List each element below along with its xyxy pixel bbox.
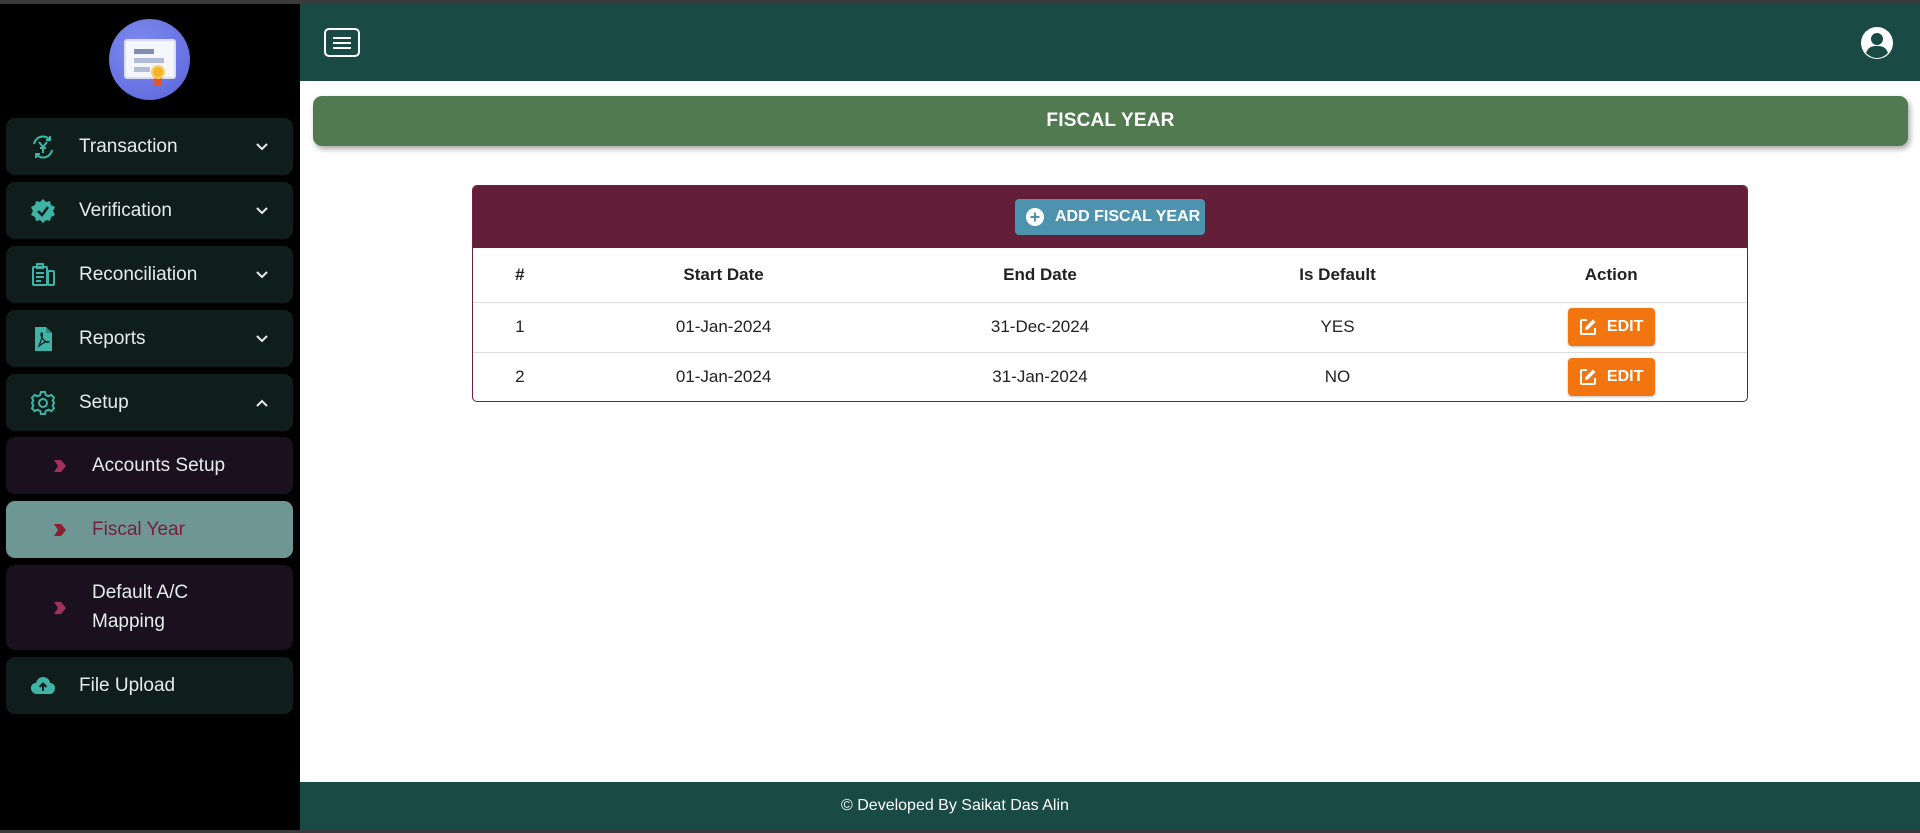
table-header-row: # Start Date End Date Is Default Action: [473, 248, 1747, 302]
yen-cycle-icon: [30, 134, 56, 160]
edit-button-label: EDIT: [1606, 318, 1644, 335]
sidebar-item-verification[interactable]: Verification: [6, 182, 293, 239]
cell-end-date: 31-Dec-2024: [880, 301, 1200, 352]
column-header: Action: [1584, 264, 1638, 284]
verified-badge-icon: [30, 198, 56, 224]
user-account-icon[interactable]: [1860, 26, 1894, 60]
cell-start-date: 01-Jan-2024: [566, 351, 881, 401]
sidebar-subitem-default-ac-mapping[interactable]: Default A/C Mapping: [6, 565, 293, 650]
add-button-label: ADD FISCAL YEAR: [1055, 208, 1201, 225]
table-row: 1 01-Jan-2024 31-Dec-2024 YES EDIT: [473, 301, 1747, 352]
cell-number: 2: [473, 351, 567, 401]
footer-credit: © Developed By Saikat Das Alin: [841, 797, 1069, 814]
page-title: FISCAL YEAR: [313, 96, 1908, 146]
table-row: 2 01-Jan-2024 31-Jan-2024 NO EDIT: [473, 351, 1747, 401]
edit-button[interactable]: EDIT: [1567, 358, 1655, 397]
column-header: End Date: [1003, 264, 1077, 284]
sidebar-item-reconciliation[interactable]: Reconciliation: [6, 246, 293, 303]
footer: © Developed By Saikat Das Alin: [300, 782, 1920, 830]
chevron-right-icon: [54, 460, 66, 472]
cell-action: EDIT: [1475, 351, 1747, 401]
sidebar-item-setup[interactable]: Setup: [6, 374, 293, 431]
cell-number: 1: [473, 301, 567, 352]
chevron-down-icon: [256, 271, 268, 279]
column-header: #: [515, 264, 525, 284]
sidebar-item-label: Reports: [79, 327, 146, 349]
reconciliation-icon: [30, 262, 56, 288]
sidebar-item-label: Reconciliation: [79, 263, 198, 285]
column-header: Is Default: [1299, 264, 1376, 284]
sidebar-item-label: Setup: [79, 391, 129, 413]
sidebar-item-label: Verification: [79, 199, 172, 221]
certificate-icon: [124, 39, 176, 79]
cloud-upload-icon: [30, 673, 56, 699]
cell-action: EDIT: [1475, 301, 1747, 352]
sidebar-subitem-fiscal-year[interactable]: Fiscal Year: [6, 501, 293, 558]
sidebar-item-transaction[interactable]: Transaction: [6, 118, 293, 175]
chevron-right-icon: [54, 524, 66, 536]
chevron-down-icon: [256, 143, 268, 151]
sidebar-item-reports[interactable]: Reports: [6, 310, 293, 367]
cell-end-date: 31-Jan-2024: [880, 351, 1200, 401]
app-logo[interactable]: [109, 19, 190, 100]
sidebar: Transaction Verification Reconciliation: [0, 4, 300, 830]
column-header: Start Date: [683, 264, 764, 284]
gear-icon: [30, 390, 56, 416]
card-header: ADD FISCAL YEAR: [473, 186, 1747, 248]
chevron-down-icon: [256, 207, 268, 215]
plus-circle-icon: [1026, 208, 1044, 226]
add-fiscal-year-button[interactable]: ADD FISCAL YEAR: [1015, 199, 1205, 235]
fiscal-year-card: ADD FISCAL YEAR # Start Date End Date Is…: [472, 185, 1748, 402]
sidebar-item-label: File Upload: [79, 674, 176, 696]
hamburger-icon: [333, 37, 351, 39]
sidebar-subitem-label: Fiscal Year: [92, 519, 185, 540]
edit-icon: [1579, 319, 1596, 335]
edit-icon: [1579, 369, 1596, 386]
sidebar-item-label: Transaction: [79, 135, 178, 157]
cell-start-date: 01-Jan-2024: [566, 301, 881, 352]
chevron-right-icon: [54, 602, 66, 614]
sidebar-item-file-upload[interactable]: File Upload: [6, 657, 293, 714]
top-header: [300, 4, 1920, 81]
chevron-up-icon: [256, 399, 268, 407]
cell-is-default: NO: [1199, 351, 1476, 401]
edit-button[interactable]: EDIT: [1567, 308, 1655, 346]
sidebar-subitem-label: Accounts Setup: [92, 455, 226, 476]
fiscal-year-table: # Start Date End Date Is Default Action …: [473, 248, 1747, 401]
sidebar-subitem-label: Default A/C Mapping: [92, 582, 189, 632]
chevron-down-icon: [256, 335, 268, 343]
cell-is-default: YES: [1199, 301, 1476, 352]
sidebar-subitem-accounts-setup[interactable]: Accounts Setup: [6, 437, 293, 494]
edit-button-label: EDIT: [1606, 368, 1644, 386]
menu-toggle-button[interactable]: [324, 28, 360, 57]
pdf-file-icon: [30, 326, 56, 352]
